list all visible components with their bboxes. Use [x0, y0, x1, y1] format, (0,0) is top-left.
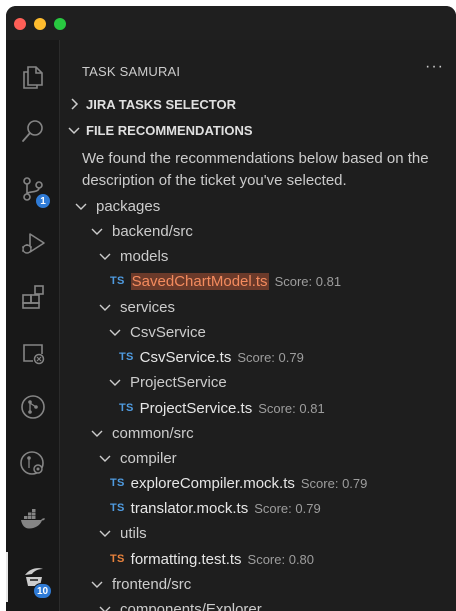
editor-window: 1 10 TASK SAMURAI ··· JIRA TASKS SELECTO… [6, 6, 456, 611]
activity-task-samurai[interactable]: 10 [6, 552, 59, 602]
file-score: Score: 0.80 [247, 551, 315, 567]
file-name: formatting.test.ts [130, 550, 242, 568]
section-jira-label: JIRA TASKS SELECTOR [86, 96, 237, 112]
chevron-down-icon [109, 329, 121, 336]
file-name: exploreCompiler.mock.ts [130, 474, 295, 492]
tree-folder-components-explorer[interactable]: components/Explorer [98, 597, 262, 611]
tree-folder-services[interactable]: services [98, 295, 175, 319]
activity-docker[interactable] [6, 494, 59, 544]
tree-file-translator[interactable]: TS translator.mock.ts Score: 0.79 [110, 496, 321, 520]
file-name: translator.mock.ts [130, 499, 249, 517]
extensions-icon [21, 285, 44, 309]
folder-label: services [120, 298, 176, 316]
file-name: ProjectService.ts [139, 399, 253, 417]
activity-git-lens[interactable] [6, 438, 59, 488]
tree-folder-frontend[interactable]: frontend/src [90, 572, 191, 596]
title-bar [6, 6, 456, 40]
chevron-down-icon [91, 430, 103, 437]
tree-file-explore-compiler[interactable]: TS exploreCompiler.mock.ts Score: 0.79 [110, 471, 367, 495]
tree-file-project-service[interactable]: TS ProjectService.ts Score: 0.81 [119, 396, 325, 420]
activity-run-debug[interactable] [6, 218, 59, 268]
file-name: SavedChartModel.ts [130, 272, 269, 290]
tree-folder-models[interactable]: models [98, 244, 168, 268]
chevron-down-icon [99, 304, 111, 311]
activity-remote-explorer[interactable] [6, 328, 59, 378]
source-control-badge: 1 [35, 193, 51, 209]
tree-folder-common[interactable]: common/src [90, 421, 194, 445]
chevron-down-icon [91, 581, 103, 588]
maximize-window-button[interactable] [54, 18, 66, 30]
task-samurai-panel: TASK SAMURAI ··· JIRA TASKS SELECTOR FIL… [60, 40, 456, 611]
activity-bar: 1 10 [6, 40, 60, 611]
tree-file-saved-chart-model[interactable]: TS SavedChartModel.ts Score: 0.81 [110, 269, 341, 293]
run-debug-icon [21, 233, 45, 254]
chevron-down-icon [99, 253, 111, 260]
chevron-down-icon [68, 127, 80, 135]
chevron-down-icon [99, 530, 111, 537]
files-icon [22, 66, 43, 89]
file-score: Score: 0.79 [237, 349, 304, 365]
activity-search[interactable] [6, 106, 59, 156]
chevron-down-icon [109, 379, 121, 386]
folder-label: backend/src [112, 222, 193, 240]
folder-label: frontend/src [112, 575, 192, 593]
activity-explorer[interactable] [6, 52, 59, 102]
file-score: Score: 0.81 [274, 273, 342, 289]
typescript-icon: TS [119, 351, 134, 363]
tree-file-formatting-test[interactable]: TS formatting.test.ts Score: 0.80 [110, 547, 314, 571]
typescript-icon: TS [119, 402, 134, 414]
docker-icon [20, 509, 45, 529]
search-icon [21, 120, 43, 142]
folder-label: compiler [120, 449, 177, 467]
tree-folder-packages[interactable]: packages [74, 194, 160, 218]
close-window-button[interactable] [14, 18, 26, 30]
remote-explorer-icon [22, 344, 44, 365]
chevron-down-icon [91, 228, 103, 235]
file-score: Score: 0.81 [258, 400, 325, 416]
folder-label: packages [96, 197, 161, 215]
folder-label: models [120, 247, 169, 265]
folder-label: ProjectService [130, 373, 227, 391]
file-score: Score: 0.79 [300, 475, 368, 491]
section-file-recommendations[interactable]: FILE RECOMMENDATIONS [66, 122, 253, 138]
section-jira-tasks[interactable]: JIRA TASKS SELECTOR [66, 96, 236, 112]
typescript-test-icon: TS [110, 553, 125, 565]
recommendation-description: We found the recommendations below based… [82, 150, 429, 189]
typescript-icon: TS [110, 275, 125, 287]
folder-label: common/src [112, 424, 194, 442]
chevron-down-icon [99, 455, 111, 462]
git-lens-icon [19, 451, 44, 475]
tree-folder-utils[interactable]: utils [98, 521, 147, 545]
tree-folder-compiler[interactable]: compiler [98, 446, 177, 470]
chevron-down-icon [75, 203, 87, 210]
chevron-right-icon [71, 98, 79, 110]
activity-source-control[interactable]: 1 [6, 164, 59, 214]
section-files-label: FILE RECOMMENDATIONS [86, 122, 253, 138]
activity-extensions[interactable] [6, 272, 59, 322]
panel-title: TASK SAMURAI [82, 64, 181, 79]
tree-folder-csv-service[interactable]: CsvService [108, 320, 206, 344]
more-actions-icon[interactable]: ··· [425, 58, 444, 76]
activity-git-graph[interactable] [6, 382, 59, 432]
typescript-icon: TS [110, 477, 125, 489]
typescript-icon: TS [110, 502, 125, 514]
task-samurai-badge: 10 [33, 583, 53, 599]
tree-folder-backend[interactable]: backend/src [90, 219, 193, 243]
folder-label: utils [120, 524, 147, 542]
file-score: Score: 0.79 [254, 500, 321, 516]
tree-file-csv-service[interactable]: TS CsvService.ts Score: 0.79 [119, 345, 304, 369]
tree-folder-project-service[interactable]: ProjectService [108, 370, 227, 394]
git-graph-icon [20, 395, 45, 419]
folder-label: CsvService [130, 323, 206, 341]
file-name: CsvService.ts [139, 348, 232, 366]
minimize-window-button[interactable] [34, 18, 46, 30]
folder-label: components/Explorer [120, 600, 262, 611]
chevron-down-icon [99, 606, 111, 611]
